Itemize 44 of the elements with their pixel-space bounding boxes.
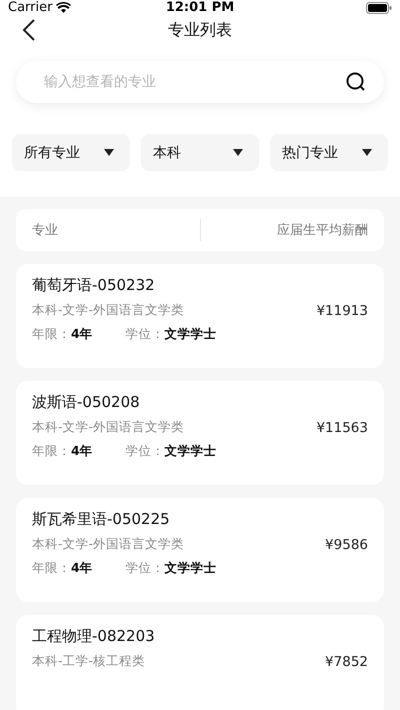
- search-icon[interactable]: [346, 72, 366, 92]
- status-time: 12:01 PM: [166, 0, 234, 15]
- filter-dropdown[interactable]: 本科: [141, 134, 259, 171]
- salary-value: ¥11563: [316, 420, 368, 436]
- detail-label: 年限：: [32, 560, 71, 577]
- major-card[interactable]: 波斯语-050208 本科-文学-外国语言文学类 ¥11563 年限：4年 学位：文学学士: [16, 381, 384, 485]
- major-card[interactable]: 斯瓦希里语-050225 本科-文学-外国语言文学类 ¥9586 年限：4年 学位：文学学士: [16, 498, 384, 602]
- major-card[interactable]: 工程物理-082203 本科-工学-核工程类 ¥7852: [16, 615, 384, 710]
- major-category: 本科-文学-外国语言文学类: [32, 419, 184, 436]
- page-title: 专业列表: [167, 20, 233, 40]
- detail-label: 学位：: [126, 560, 165, 577]
- major-category: 本科-文学-外国语言文学类: [32, 302, 184, 319]
- detail-value: 文学学士: [164, 560, 217, 577]
- major-name: 葡萄牙语-050232: [32, 276, 156, 295]
- major-category: 本科-工学-核工程类: [32, 653, 146, 670]
- detail-value: 4年: [71, 560, 93, 577]
- detail-value: 4年: [71, 443, 93, 460]
- major-name: 波斯语-050208: [32, 393, 141, 412]
- caret-icon: [362, 149, 372, 156]
- caret-icon: [104, 149, 114, 156]
- filter-dropdown[interactable]: 热门专业: [270, 134, 388, 171]
- search-field[interactable]: 输入想查看的专业: [16, 61, 384, 103]
- detail-label: 学位：: [126, 326, 165, 343]
- major-name: 工程物理-082203: [32, 627, 156, 646]
- column-heading: 专业: [32, 222, 58, 239]
- column-heading: 应届生平均薪酬: [277, 222, 368, 239]
- detail-value: 文学学士: [164, 326, 217, 343]
- back-icon: [22, 18, 36, 42]
- detail-value: 4年: [71, 326, 93, 343]
- filter-dropdown[interactable]: 所有专业: [12, 134, 130, 171]
- salary-value: ¥9586: [325, 536, 368, 552]
- wifi-icon: [56, 2, 72, 13]
- battery-icon: [366, 2, 392, 14]
- carrier-name: Carrier: [8, 0, 52, 15]
- caret-icon: [233, 149, 243, 156]
- salary-value: ¥11913: [316, 302, 368, 318]
- major-name: 斯瓦希里语-050225: [32, 510, 171, 529]
- detail-label: 年限：: [32, 326, 71, 343]
- detail-label: 年限：: [32, 443, 71, 460]
- detail-value: 文学学士: [164, 443, 217, 460]
- salary-value: ¥7852: [325, 654, 368, 670]
- major-category: 本科-文学-外国语言文学类: [32, 536, 184, 553]
- major-card[interactable]: 葡萄牙语-050232 本科-文学-外国语言文学类 ¥11913 年限：4年 学位：文学学士: [16, 264, 384, 368]
- detail-label: 学位：: [126, 443, 165, 460]
